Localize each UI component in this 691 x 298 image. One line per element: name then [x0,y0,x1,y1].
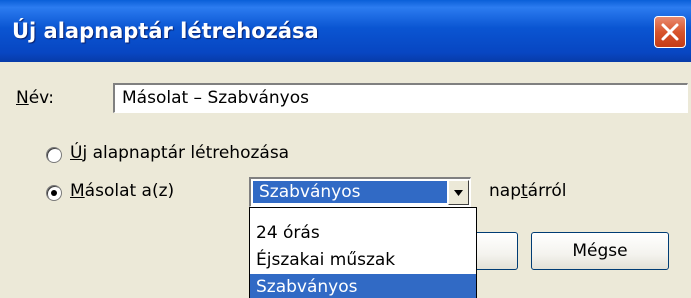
name-input[interactable]: Másolat – Szabványos [113,83,688,113]
radio-copy-from-label: Másolat a(z) [70,181,175,201]
chevron-down-icon [454,190,463,196]
dropdown-item-night-shift[interactable]: Éjszakai műszak [250,247,476,274]
window-title: Új alapnaptár létrehozása [12,19,319,43]
radio-copy-from[interactable] [46,185,62,201]
calendar-combobox[interactable]: Szabványos [249,177,471,207]
radio-new-base-calendar[interactable] [46,147,62,163]
radio-new-base-calendar-label: Új alapnaptár létrehozása [70,143,290,163]
dropdown-item-standard[interactable]: Szabványos [250,274,476,298]
name-label: Név: [16,88,55,108]
cancel-button[interactable]: Mégse [531,232,669,270]
combobox-selected-value: Szabványos [253,181,447,203]
dropdown-item-24h[interactable]: 24 órás [250,220,476,247]
combobox-dropdown-button[interactable] [448,180,469,205]
close-icon [661,23,679,41]
from-calendar-label: naptárról [489,181,567,201]
radio-selected-dot [51,190,57,196]
title-bar: Új alapnaptár létrehozása [0,0,691,62]
close-button[interactable] [654,16,686,48]
calendar-dropdown-list[interactable]: 24 órás Éjszakai műszak Szabványos [249,207,477,298]
